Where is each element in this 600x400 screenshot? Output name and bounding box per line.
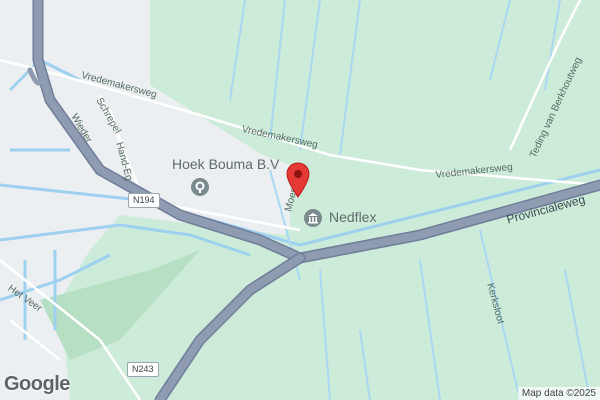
building-icon[interactable] — [303, 208, 323, 228]
map-canvas[interactable]: Vredemakersweg Vredemakersweg Vredemaker… — [0, 0, 600, 400]
map-base-layer — [0, 0, 600, 400]
google-logo[interactable]: Google — [4, 373, 70, 396]
route-shield-n194: N194 — [128, 193, 160, 208]
route-shield-n243: N243 — [127, 362, 159, 377]
poi-label-nedflex[interactable]: Nedflex — [329, 209, 376, 225]
map-attribution[interactable]: Map data ©2025 — [517, 387, 600, 400]
pin-circle-icon[interactable] — [190, 177, 210, 197]
poi-label-hoek-bouma[interactable]: Hoek Bouma B.V — [172, 156, 279, 172]
location-pin-icon[interactable] — [286, 162, 310, 198]
